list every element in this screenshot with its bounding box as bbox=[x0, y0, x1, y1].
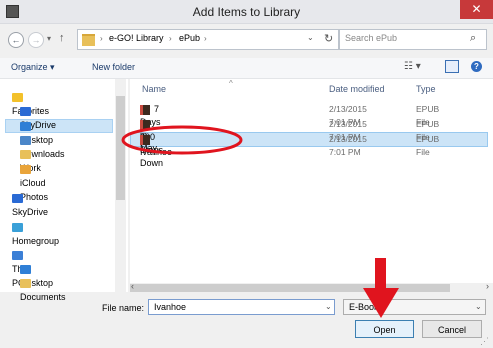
file-name-label: File name: bbox=[102, 303, 145, 313]
breadcrumb-separator: › bbox=[169, 34, 172, 43]
up-arrow-icon[interactable]: ↑ bbox=[59, 32, 65, 44]
chevron-down-icon[interactable]: ⌄ bbox=[325, 302, 332, 311]
file-row-name[interactable]: 7 Days in May bbox=[140, 103, 161, 153]
sidebar-item-favorites[interactable]: Favorites bbox=[12, 90, 49, 116]
folder-icon bbox=[82, 34, 95, 46]
close-button[interactable]: ✕ bbox=[460, 0, 493, 19]
navigation-bar: ← → ▾ ↑ › e-GO! Library › ePub › ⌄ ↻ Sea… bbox=[0, 24, 493, 56]
breadcrumb-separator: › bbox=[100, 34, 103, 43]
file-type: EPUB File bbox=[416, 134, 440, 157]
preview-pane-icon[interactable] bbox=[445, 60, 459, 73]
sidebar-item-work[interactable]: Work bbox=[20, 147, 41, 173]
file-type: EPUB File bbox=[416, 119, 440, 142]
chevron-down-icon[interactable]: ⌄ bbox=[475, 302, 482, 311]
sidebar-item-desktop[interactable]: Desktop bbox=[20, 119, 53, 145]
file-date-modified: 2/13/2015 7:01 PM bbox=[329, 104, 367, 127]
chevron-down-icon[interactable]: ⌄ bbox=[307, 33, 314, 42]
breadcrumb-epub[interactable]: ePub bbox=[179, 33, 200, 43]
documents-icon bbox=[20, 279, 31, 289]
refresh-icon[interactable]: ↻ bbox=[324, 32, 333, 45]
organize-button[interactable]: Organize ▾ bbox=[11, 62, 55, 73]
icloud-photos-icon bbox=[20, 165, 31, 175]
address-bar[interactable]: › e-GO! Library › ePub › ⌄ ↻ bbox=[77, 29, 339, 50]
sidebar-item-skydrive[interactable]: SkyDrive bbox=[12, 191, 48, 217]
cancel-button[interactable]: Cancel bbox=[422, 320, 482, 338]
sidebar-item-downloads[interactable]: Downloads bbox=[20, 133, 65, 159]
downloads-icon bbox=[20, 136, 31, 146]
forward-arrow-icon[interactable]: → bbox=[28, 32, 44, 48]
column-header-type[interactable]: Type bbox=[416, 84, 436, 94]
breadcrumb-e-go-library[interactable]: e-GO! Library bbox=[109, 33, 164, 43]
arrow-head bbox=[363, 288, 399, 318]
file-type: EPUB File bbox=[416, 104, 440, 127]
resize-grip-icon[interactable]: ⋰ bbox=[480, 336, 489, 347]
recent-locations-chevron-icon[interactable]: ▾ bbox=[47, 34, 51, 43]
scroll-right-icon[interactable]: › bbox=[486, 281, 489, 291]
sort-arrow-icon: ^ bbox=[229, 79, 233, 88]
command-bar: Organize ▾ New folder ☷ ▾ ? bbox=[0, 58, 493, 79]
sidebar-item-homegroup[interactable]: Homegroup bbox=[12, 220, 59, 246]
sidebar-item-documents[interactable]: Documents bbox=[20, 276, 66, 302]
help-icon[interactable]: ? bbox=[471, 61, 482, 72]
scroll-left-icon[interactable]: ‹ bbox=[131, 281, 134, 291]
change-view-button[interactable]: ☷ ▾ bbox=[404, 61, 421, 72]
sidebar-item-this-pc[interactable]: This PC bbox=[12, 248, 29, 288]
skydrive-icon bbox=[12, 194, 23, 204]
open-button[interactable]: Open bbox=[355, 320, 414, 338]
annotation-arrow bbox=[363, 258, 399, 318]
star-icon bbox=[12, 93, 23, 103]
file-name-value: Ivanhoe bbox=[154, 302, 187, 312]
window-title: Add Items to Library bbox=[192, 5, 301, 19]
file-date-modified: 2/13/2015 7:01 PM bbox=[329, 134, 367, 157]
skydrive-icon bbox=[20, 107, 31, 117]
search-placeholder: Search ePub bbox=[345, 33, 398, 43]
sidebar-item-icloud-photos[interactable]: iCloud Photos bbox=[20, 162, 48, 202]
sidebar-item-label: Documents bbox=[20, 292, 66, 302]
breadcrumb-separator: › bbox=[204, 34, 207, 43]
sidebar-item-skydrive[interactable]: SkyDrive bbox=[20, 104, 56, 130]
search-icon[interactable]: ⌕ bbox=[470, 32, 476, 45]
homegroup-icon bbox=[12, 223, 23, 233]
arrow-shaft bbox=[375, 258, 386, 292]
sidebar-item-label: SkyDrive bbox=[12, 207, 49, 217]
desktop-icon bbox=[20, 122, 31, 132]
file-date-modified: 2/13/2015 7:01 PM bbox=[329, 119, 367, 142]
computer-icon bbox=[12, 251, 23, 261]
sidebar-item-label: Homegroup bbox=[12, 236, 60, 246]
highlight-ellipse bbox=[121, 125, 243, 155]
file-name-field[interactable]: Ivanhoe ⌄ bbox=[148, 299, 335, 315]
new-folder-button[interactable]: New folder bbox=[92, 62, 135, 72]
column-header-name[interactable]: Name bbox=[142, 84, 166, 94]
annotation-ellipse bbox=[121, 125, 243, 155]
column-header-date-modified[interactable]: Date modified bbox=[329, 84, 385, 94]
sidebar-item-desktop[interactable]: Desktop bbox=[20, 262, 53, 288]
horizontal-scroll-thumb[interactable] bbox=[130, 284, 450, 292]
folder-icon bbox=[20, 150, 31, 160]
epub-file-icon bbox=[140, 104, 150, 115]
desktop-icon bbox=[20, 265, 31, 275]
back-arrow-icon[interactable]: ← bbox=[8, 32, 24, 48]
search-input[interactable]: Search ePub ⌕ bbox=[339, 29, 487, 50]
